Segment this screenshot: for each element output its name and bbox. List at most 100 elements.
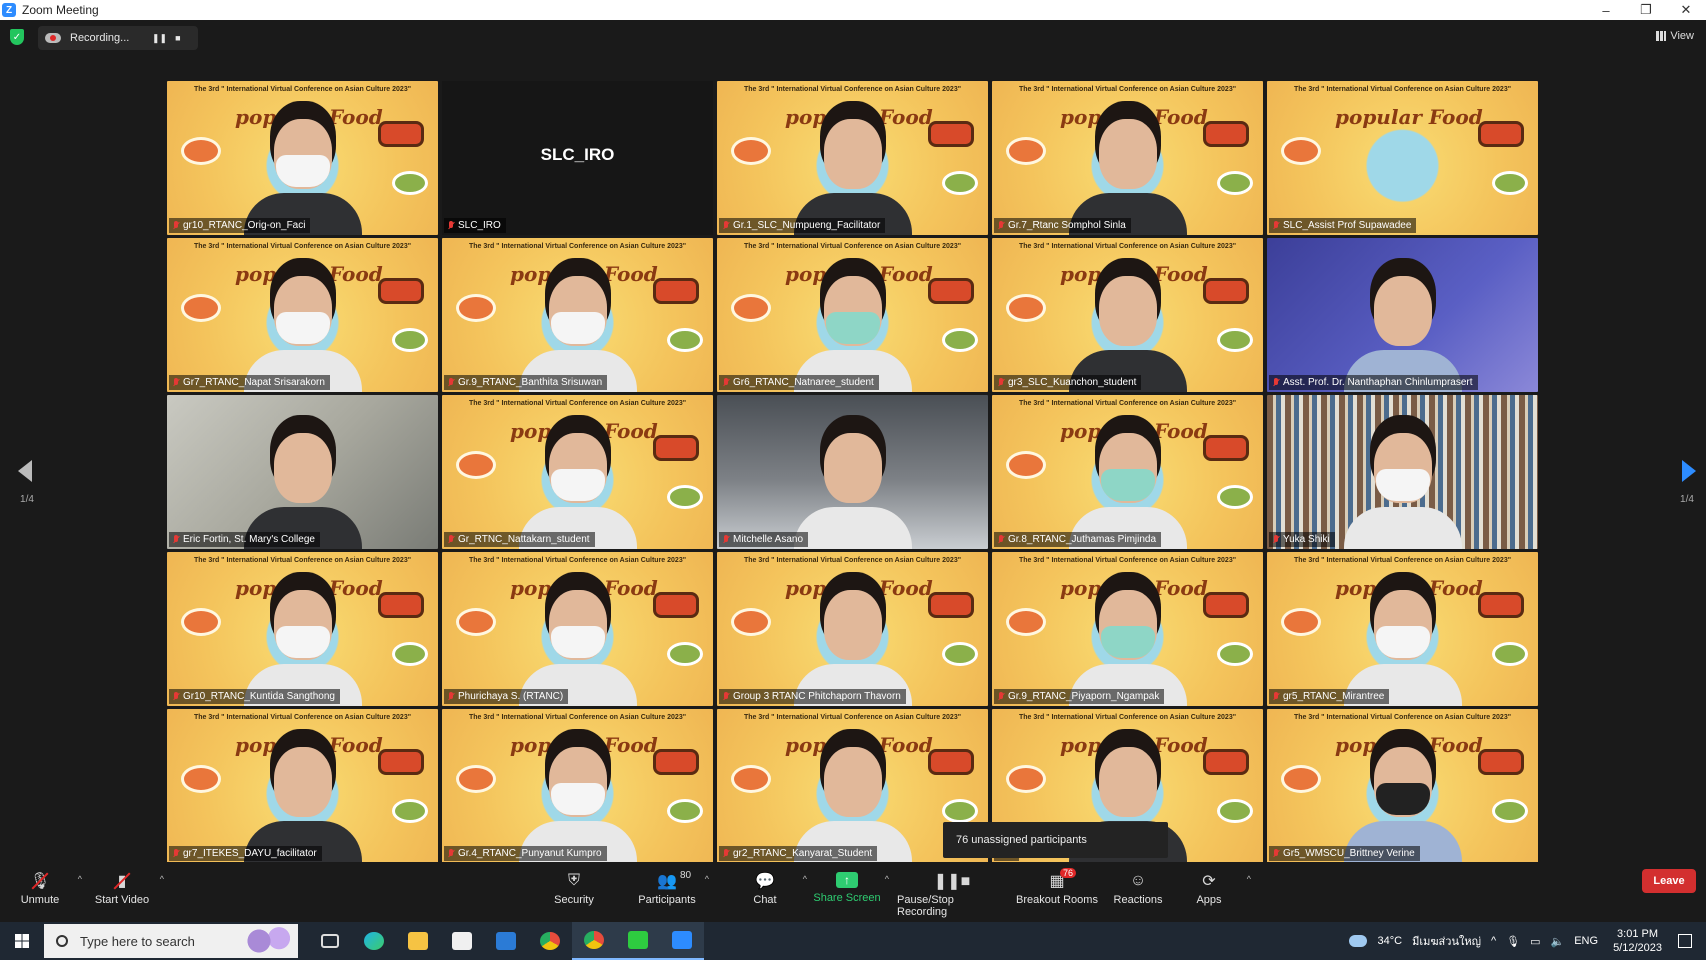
participants-caret-icon[interactable]: ^ xyxy=(705,874,709,884)
chrome-button[interactable] xyxy=(528,922,572,960)
participant-tile[interactable]: The 3rd " International Virtual Conferen… xyxy=(717,552,988,706)
participant-tile[interactable]: The 3rd " International Virtual Conferen… xyxy=(1267,709,1538,863)
start-button[interactable] xyxy=(0,922,44,960)
food-tray-image xyxy=(928,121,974,147)
edge-icon xyxy=(364,932,384,950)
file-explorer-button[interactable] xyxy=(396,922,440,960)
edge-button[interactable] xyxy=(352,922,396,960)
participant-name: Eric Fortin, St. Mary's College xyxy=(183,534,315,545)
participant-tile[interactable]: The 3rd " International Virtual Conferen… xyxy=(442,552,713,706)
windows-taskbar: Type here to search 34°C มีเมฆส่วนใหญ่ ^… xyxy=(0,922,1706,960)
mail-button[interactable] xyxy=(484,922,528,960)
clock[interactable]: 3:01 PM 5/12/2023 xyxy=(1613,927,1662,955)
view-button[interactable]: View xyxy=(1656,30,1694,42)
leave-button[interactable]: Leave xyxy=(1642,869,1696,893)
next-page-arrow-icon[interactable] xyxy=(1682,460,1696,482)
participant-tile[interactable]: The 3rd " International Virtual Conferen… xyxy=(442,238,713,392)
conference-banner: The 3rd " International Virtual Conferen… xyxy=(468,400,687,407)
previous-page-arrow-icon[interactable] xyxy=(18,460,32,482)
food-bowl-image xyxy=(942,799,978,823)
stop-recording-icon[interactable]: ■ xyxy=(175,33,180,43)
apps-caret-icon[interactable]: ^ xyxy=(1247,874,1251,884)
food-plate-image xyxy=(1281,765,1321,793)
participant-tile[interactable]: The 3rd " International Virtual Conferen… xyxy=(1267,552,1538,706)
mic-muted-icon xyxy=(447,377,455,388)
microphone-tray-icon[interactable]: 🎙 xyxy=(1506,935,1520,948)
grid-view-icon xyxy=(1656,31,1667,41)
line-app-icon xyxy=(628,931,648,949)
page-indicator-right: 1/4 xyxy=(1680,494,1694,505)
temperature-label[interactable]: 34°C xyxy=(1378,935,1403,947)
participant-tile[interactable]: The 3rd " International Virtual Conferen… xyxy=(992,81,1263,235)
food-tray-image xyxy=(378,749,424,775)
search-icon xyxy=(56,935,68,947)
participant-tile[interactable]: The 3rd " International Virtual Conferen… xyxy=(992,552,1263,706)
participant-name: Gr.9_RTANC_Piyaporn_Ngampak xyxy=(1008,691,1160,702)
share-caret-icon[interactable]: ^ xyxy=(885,874,889,884)
participant-tile[interactable]: Mitchelle Asano xyxy=(717,395,988,549)
participants-count: 80 xyxy=(680,870,692,881)
participant-tile[interactable]: Yuka Shiki xyxy=(1267,395,1538,549)
participant-tile[interactable]: The 3rd " International Virtual Conferen… xyxy=(992,238,1263,392)
zoom-app-icon: Z xyxy=(2,3,16,17)
close-button[interactable]: ✕ xyxy=(1666,0,1706,20)
participant-nametag: Gr7_RTANC_Napat Srisarakorn xyxy=(169,375,330,390)
restore-button[interactable]: ❐ xyxy=(1626,0,1666,20)
food-tray-image xyxy=(378,592,424,618)
task-view-button[interactable] xyxy=(308,922,352,960)
food-plate-image xyxy=(1281,608,1321,636)
mic-muted-icon xyxy=(722,691,730,702)
participant-tile[interactable]: The 3rd " International Virtual Conferen… xyxy=(442,709,713,863)
participant-tile[interactable]: The 3rd " International Virtual Conferen… xyxy=(442,395,713,549)
food-plate-image xyxy=(181,608,221,636)
participant-video xyxy=(793,733,912,863)
start-video-button[interactable]: ▮ Start Video ^ xyxy=(72,872,172,906)
participant-tile[interactable]: The 3rd " International Virtual Conferen… xyxy=(167,709,438,863)
window-title: Zoom Meeting xyxy=(22,3,99,17)
participant-tile[interactable]: The 3rd " International Virtual Conferen… xyxy=(167,552,438,706)
apps-button[interactable]: ⟳ Apps ^ xyxy=(1159,872,1259,906)
participant-tile[interactable]: The 3rd " International Virtual Conferen… xyxy=(717,238,988,392)
show-hidden-icons-chevron-icon[interactable]: ^ xyxy=(1491,935,1496,947)
participant-tile[interactable]: The 3rd " International Virtual Conferen… xyxy=(167,238,438,392)
participant-tile[interactable]: The 3rd " International Virtual Conferen… xyxy=(1267,81,1538,235)
store-button[interactable] xyxy=(440,922,484,960)
conference-banner: The 3rd " International Virtual Conferen… xyxy=(193,714,412,721)
weather-label[interactable]: มีเมฆส่วนใหญ่ xyxy=(1412,932,1481,950)
zoom-taskbar-button[interactable] xyxy=(660,922,704,960)
clock-date: 5/12/2023 xyxy=(1613,942,1662,954)
pause-stop-recording-button[interactable]: ❚❚■ Pause/Stop Recording xyxy=(897,872,1007,918)
participants-button[interactable]: 👥 80 Participants ^ xyxy=(617,870,717,906)
taskbar-pinned-apps xyxy=(308,922,704,960)
line-button[interactable] xyxy=(616,922,660,960)
pause-recording-icon[interactable]: ❚❚ xyxy=(152,33,167,44)
minimize-button[interactable]: – xyxy=(1586,0,1626,20)
encryption-shield-icon[interactable]: ✓ xyxy=(10,29,24,45)
network-icon[interactable]: ▭ xyxy=(1530,935,1540,948)
participant-name: Gr.4_RTANC_Punyanut Kumpro xyxy=(458,848,602,859)
participant-video xyxy=(793,419,912,549)
food-plate-image xyxy=(1006,294,1046,322)
participant-tile[interactable]: Eric Fortin, St. Mary's College xyxy=(167,395,438,549)
security-button[interactable]: ⛨ Security xyxy=(524,872,624,906)
participant-video xyxy=(793,262,912,392)
food-plate-image xyxy=(456,608,496,636)
apps-label: Apps xyxy=(1196,894,1222,906)
participant-tile[interactable]: The 3rd " International Virtual Conferen… xyxy=(167,81,438,235)
language-indicator[interactable]: ENG xyxy=(1574,935,1598,947)
participant-tile[interactable]: The 3rd " International Virtual Conferen… xyxy=(717,81,988,235)
food-plate-image xyxy=(456,294,496,322)
participant-tile[interactable]: The 3rd " International Virtual Conferen… xyxy=(992,395,1263,549)
video-off-icon: ▮ xyxy=(111,872,133,890)
video-options-caret-icon[interactable]: ^ xyxy=(160,874,164,884)
participant-nametag: Gr5_WMSCU_Brittney Verine xyxy=(1269,846,1420,861)
participant-tile[interactable]: SLC_IRO SLC_IRO xyxy=(442,81,713,235)
weather-cloud-icon[interactable] xyxy=(1348,935,1367,947)
chrome-profile-button[interactable] xyxy=(572,922,616,960)
share-screen-button[interactable]: ↑ Share Screen ^ xyxy=(797,872,897,904)
chrome-icon xyxy=(584,931,604,949)
notifications-icon[interactable] xyxy=(1678,934,1692,948)
taskbar-search-box[interactable]: Type here to search xyxy=(44,924,298,958)
volume-icon[interactable]: 🔈 xyxy=(1551,935,1565,948)
participant-tile[interactable]: Asst. Prof. Dr. Nanthaphan Chinlumpraser… xyxy=(1267,238,1538,392)
